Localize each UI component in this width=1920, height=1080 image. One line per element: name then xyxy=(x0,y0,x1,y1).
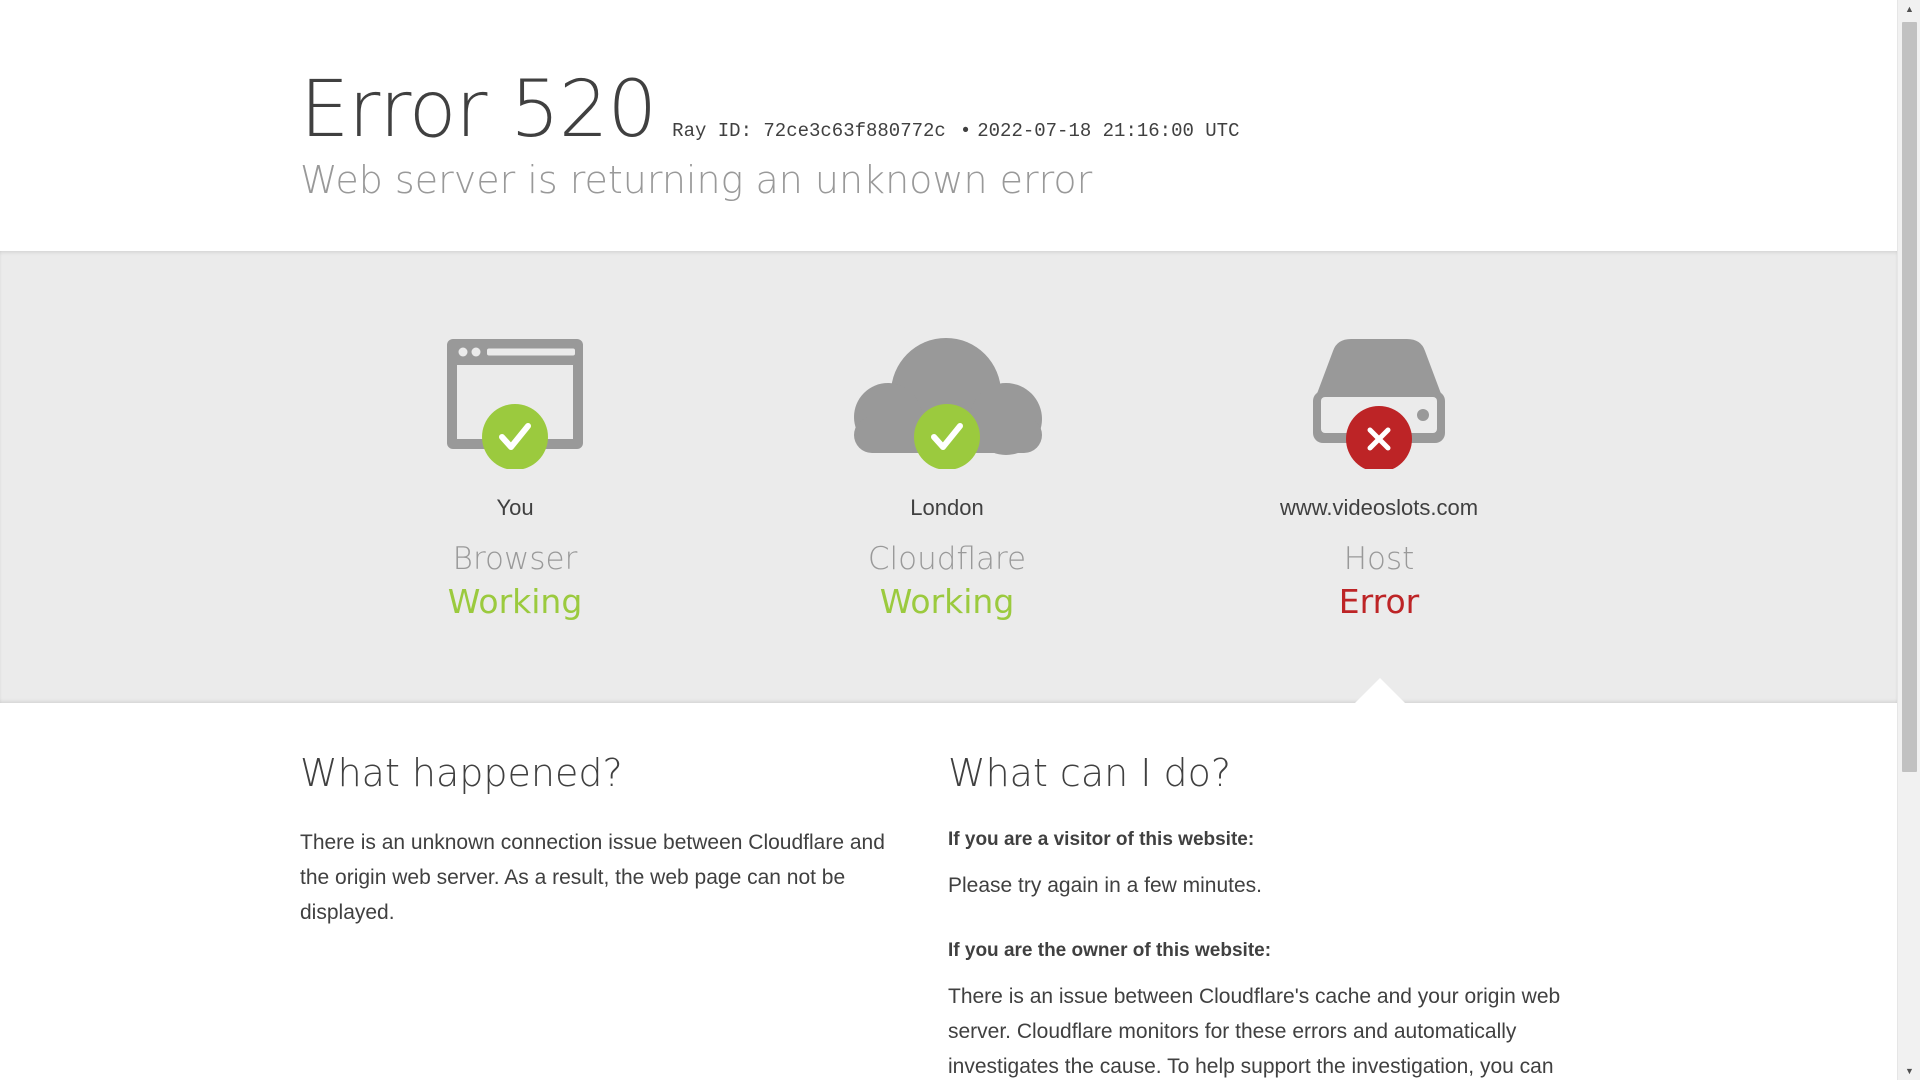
scroll-up-icon[interactable]: ▲ xyxy=(1898,0,1920,18)
error-subtitle: Web server is returning an unknown error xyxy=(300,158,1093,202)
vertical-scrollbar[interactable]: ▲ ▼ xyxy=(1897,0,1920,1080)
cloud-icon xyxy=(854,338,1042,469)
visitor-label: If you are a visitor of this website: xyxy=(948,829,1255,850)
cloudflare-status-icon xyxy=(732,329,1162,469)
cloudflare-state: Working xyxy=(879,582,1015,621)
ray-id: Ray ID: 72ce3c63f880772c xyxy=(672,120,946,142)
error-title: Error 520 xyxy=(300,65,657,155)
host-pointer xyxy=(1354,678,1406,704)
browser-kind: Browser xyxy=(452,541,578,577)
info-section: What happened? There is an unknown conne… xyxy=(0,703,1897,1080)
error-badge-icon xyxy=(1346,406,1412,469)
browser-location: You xyxy=(496,495,534,520)
host-kind: Host xyxy=(1343,541,1415,577)
browser-icon xyxy=(447,339,583,469)
host-location: www.videoslots.com xyxy=(1279,495,1479,520)
status-band: You Browser Working London Cloudflare Wo… xyxy=(0,251,1897,704)
timestamp: 2022-07-18 21:16:00 UTC xyxy=(977,120,1240,142)
browser-state: Working xyxy=(447,582,583,621)
host-state: Error xyxy=(1338,582,1420,621)
server-icon xyxy=(1313,339,1445,469)
visitor-text: Please try again in a few minutes. xyxy=(948,874,1262,897)
what-can-i-do-title: What can I do? xyxy=(948,751,1232,795)
cloudflare-kind: Cloudflare xyxy=(867,541,1027,577)
error-page: Error 520 Ray ID: 72ce3c63f880772c • 202… xyxy=(0,0,1897,1080)
check-badge-icon xyxy=(482,404,548,469)
what-happened-text: There is an unknown connection issue bet… xyxy=(300,831,885,924)
host-status-icon xyxy=(1164,329,1594,469)
header: Error 520 Ray ID: 72ce3c63f880772c • 202… xyxy=(0,0,1897,251)
cloudflare-location: London xyxy=(910,495,984,520)
title-row: Error 520 Ray ID: 72ce3c63f880772c • 202… xyxy=(300,60,1239,160)
scroll-down-icon[interactable]: ▼ xyxy=(1898,1062,1920,1080)
scrollbar-thumb[interactable] xyxy=(1902,22,1917,772)
browser-status-icon xyxy=(300,329,730,469)
viewport: Error 520 Ray ID: 72ce3c63f880772c • 202… xyxy=(0,0,1920,1080)
ray-separator: • xyxy=(959,120,972,142)
owner-text: There is an issue between Cloudflare's c… xyxy=(948,985,1561,1078)
owner-label: If you are the owner of this website: xyxy=(948,940,1272,961)
check-badge-icon xyxy=(914,404,980,469)
what-happened-title: What happened? xyxy=(300,751,623,795)
